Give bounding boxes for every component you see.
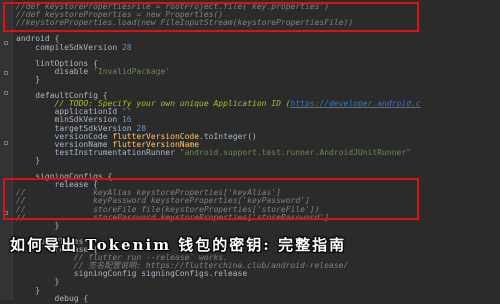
code-token: "android.support.test.runner.AndroidJUni… [179,147,411,157]
fold-marker-icon[interactable] [4,91,8,95]
code-token: } [16,74,41,84]
code-token: .toInteger() [199,131,257,141]
code-line[interactable]: compileSdkVersion 28 [16,42,132,53]
fold-marker-icon[interactable] [4,71,8,75]
code-line[interactable]: } [16,220,60,231]
code-token: testInstrumentationRunner [16,147,180,157]
code-line[interactable]: // storePassword keystoreProperties['sto… [16,213,329,223]
fold-marker-icon[interactable] [4,41,8,45]
code-line[interactable]: //keystoreProperties.load(new FileInputS… [16,18,353,28]
article-title-banner: 如何导出 Tokenim 钱包的密钥: 完整指南 [10,235,347,254]
code-line[interactable]: testInstrumentationRunner "android.suppo… [16,148,411,158]
code-line[interactable]: } [16,75,40,85]
code-line[interactable]: } [16,156,40,166]
code-token: 'InvalidPackage' [93,66,171,76]
code-token: 28 [121,42,132,52]
code-token: } [16,155,41,165]
code-token: compileSdkVersion [16,42,122,52]
code-token: https://developer.android.c [290,99,421,109]
code-token: debug { [16,293,89,303]
code-line[interactable]: debug { [16,293,89,304]
code-token: } [16,220,60,230]
fold-marker-icon[interactable] [4,141,8,145]
code-token: // storePassword keystoreProperties['sto… [16,212,330,222]
fold-marker-icon[interactable] [4,211,8,215]
code-token: //keystoreProperties.load(new FileInputS… [16,18,354,28]
